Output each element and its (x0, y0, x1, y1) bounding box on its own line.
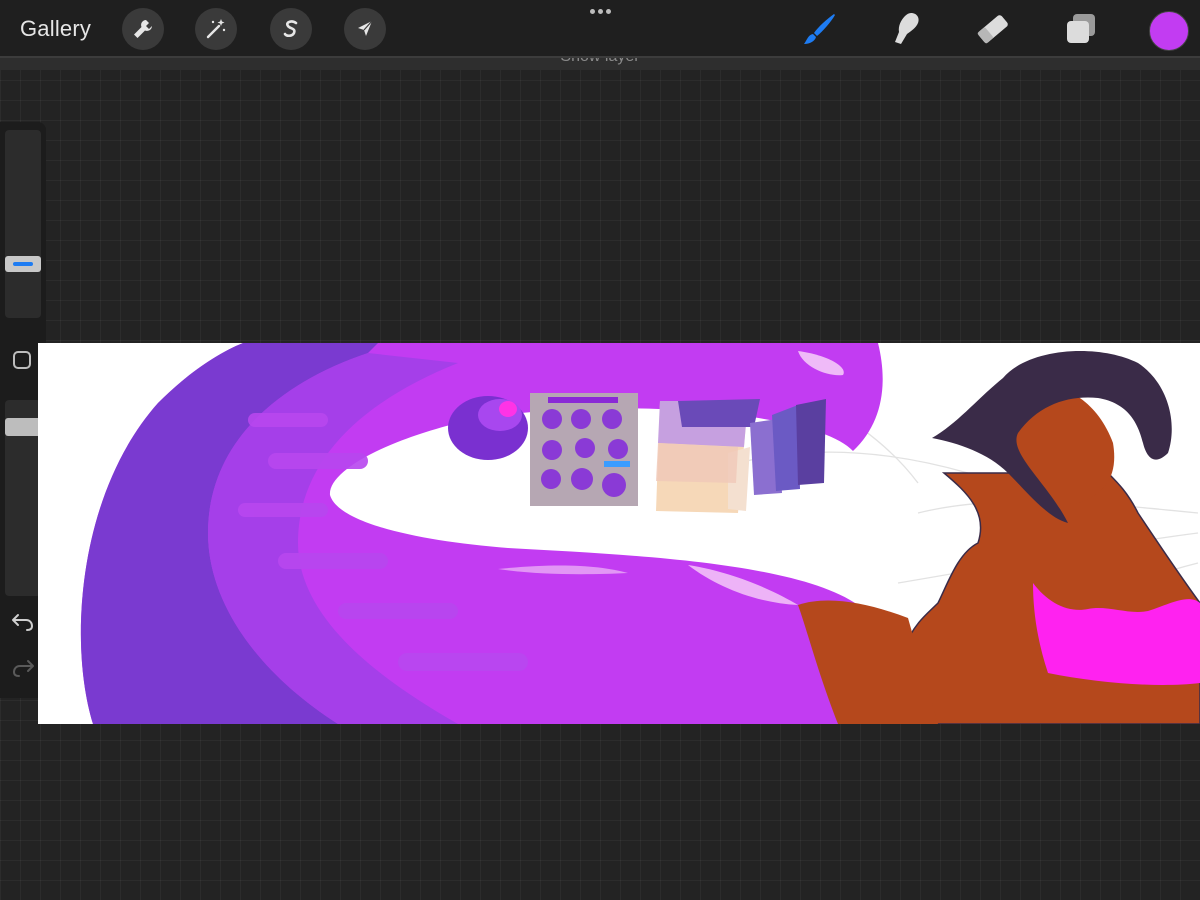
palette-study (656, 399, 826, 513)
wrench-icon[interactable] (122, 8, 164, 50)
opacity-handle[interactable] (5, 417, 41, 436)
drawing-canvas[interactable] (38, 343, 1200, 724)
selection-s-icon[interactable] (270, 8, 312, 50)
brush-size-handle[interactable] (5, 255, 41, 272)
square-modify-icon[interactable] (13, 351, 31, 369)
brush-icon[interactable] (800, 9, 840, 49)
eraser-icon[interactable] (973, 9, 1013, 49)
notification-toast: Show layer (0, 58, 1200, 70)
arrow-cursor-icon[interactable] (344, 8, 386, 50)
brush-size-slider[interactable] (5, 130, 41, 318)
gallery-button[interactable]: Gallery (20, 16, 91, 42)
smudge-finger-icon[interactable] (886, 9, 926, 49)
redo-icon[interactable] (11, 658, 35, 683)
undo-icon[interactable] (11, 612, 35, 637)
toast-text: Show layer (0, 58, 1200, 66)
sphere-study (448, 396, 528, 460)
more-options-icon[interactable] (588, 4, 612, 18)
top-toolbar: Gallery (0, 0, 1200, 58)
layers-icon[interactable] (1061, 9, 1101, 49)
magic-wand-icon[interactable] (195, 8, 237, 50)
reference-sheet (530, 393, 638, 506)
color-picker-swatch[interactable] (1149, 11, 1189, 51)
brush-size-indicator (13, 261, 33, 266)
artwork (80, 343, 1200, 724)
